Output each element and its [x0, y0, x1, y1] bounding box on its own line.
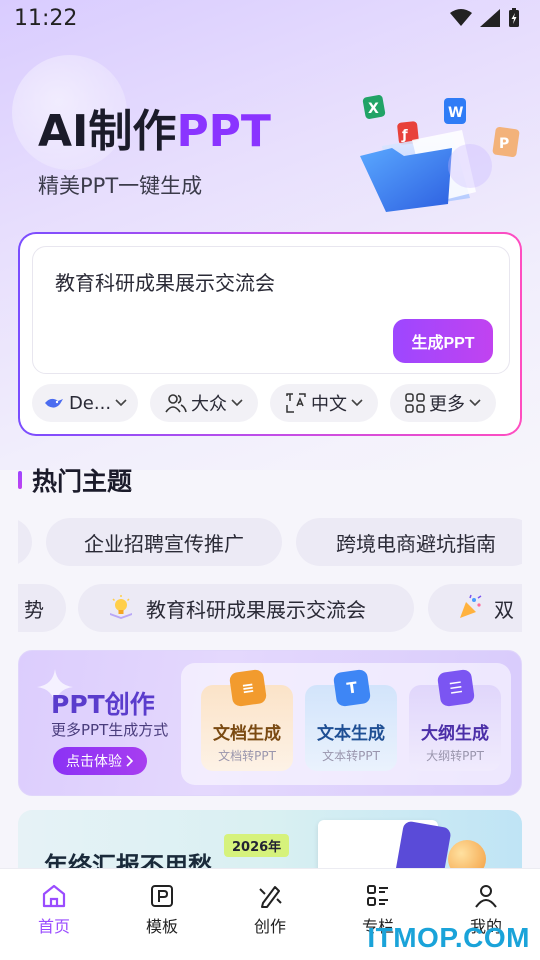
template-icon: [151, 885, 173, 907]
tab-home[interactable]: 首页: [14, 883, 94, 937]
folder-illustration: X W ƒ P: [360, 95, 520, 212]
chevron-right-icon: [126, 755, 134, 767]
model-select-label: De...: [68, 392, 112, 414]
more-options-select[interactable]: 更多: [390, 384, 496, 422]
tab-templates[interactable]: 模板: [122, 883, 202, 937]
status-icons: [450, 8, 520, 28]
topic-chip[interactable]: 双: [428, 584, 522, 632]
audience-select-label: 大众: [191, 394, 227, 415]
topic-chip[interactable]: 企业招聘宣传推广: [46, 518, 282, 566]
language-select[interactable]: 中文: [270, 384, 378, 422]
topic-chip[interactable]: 势: [18, 584, 66, 632]
section-accent-bar: [18, 471, 22, 489]
try-now-button[interactable]: 点击体验: [53, 747, 147, 775]
hot-topics-header: 热门主题: [18, 462, 132, 498]
battery-icon: [509, 8, 519, 27]
doc-generate-title: 文档生成: [213, 724, 281, 744]
tab-create[interactable]: 创作: [230, 883, 310, 937]
chevron-down-icon: [231, 399, 243, 407]
model-select[interactable]: De...: [32, 384, 138, 422]
outline-generate-card[interactable]: ☰ 大纲生成 大纲转PPT: [409, 668, 501, 771]
prompt-input-text[interactable]: 教育科研成果展示交流会: [55, 267, 275, 296]
hero-title-accent: PPT: [176, 106, 271, 157]
topic-chip-label: 企业招聘宣传推广: [84, 531, 244, 556]
svg-text:X: X: [368, 101, 379, 117]
home-icon: [42, 884, 66, 908]
audience-select[interactable]: 大众: [150, 384, 258, 422]
outline-generate-title: 大纲生成: [421, 724, 489, 744]
topic-chip-label: 势: [24, 597, 44, 622]
option-row: De... 大众 中文 更多: [32, 384, 512, 422]
tab-templates-label: 模板: [145, 917, 178, 936]
text-icon: T: [332, 668, 372, 708]
profile-icon: [475, 885, 497, 908]
language-select-label: 中文: [311, 394, 347, 415]
grid-icon: [405, 393, 425, 413]
wifi-icon: [450, 9, 472, 26]
chevron-down-icon: [351, 399, 363, 407]
svg-text:ƒ: ƒ: [401, 128, 408, 143]
doc-generate-card[interactable]: ≡ 文档生成 文档转PPT: [201, 668, 293, 771]
topic-chip-partial[interactable]: [18, 518, 32, 566]
generate-ppt-button[interactable]: 生成PPT: [393, 319, 493, 363]
hero-title: AI制作PPT: [38, 106, 271, 158]
ppt-file-icon: P: [492, 126, 520, 158]
model-icon: [44, 398, 63, 408]
outline-generate-desc: 大纲转PPT: [426, 749, 484, 763]
svg-text:P: P: [499, 136, 509, 152]
party-popper-icon: [460, 594, 482, 618]
more-options-label: 更多: [429, 394, 465, 415]
prompt-card: 教育科研成果展示交流会 生成PPT De... 大众 中文 更多: [18, 232, 522, 436]
topic-chips-row-1: 企业招聘宣传推广 跨境电商避坑指南: [18, 518, 522, 568]
status-bar: 11:22: [0, 0, 540, 40]
chevron-down-icon: [469, 399, 481, 407]
text-generate-card[interactable]: T 文本生成 文本转PPT: [305, 668, 397, 771]
text-generate-title: 文本生成: [317, 724, 385, 744]
topic-chip-label: 双: [494, 597, 514, 622]
watermark: ITMOP.COM: [367, 922, 530, 953]
signal-icon: [480, 9, 500, 27]
ppt-create-subtitle: 更多PPT生成方式: [51, 721, 169, 739]
create-icon: [259, 886, 282, 908]
word-icon: W: [444, 98, 466, 124]
status-time: 11:22: [14, 6, 78, 31]
audience-icon: [165, 394, 187, 413]
feature-panel: ≡ 文档生成 文档转PPT T 文本生成 文本转PPT ☰ 大纲生成 大纲转PP…: [181, 663, 511, 785]
ppt-create-banner[interactable]: PPT创作 更多PPT生成方式 点击体验 ≡ 文档生成 文档转PPT T 文本生…: [18, 650, 522, 796]
outline-icon: ☰: [436, 668, 476, 708]
svg-text:W: W: [448, 105, 463, 121]
prompt-input[interactable]: 教育科研成果展示交流会 生成PPT: [32, 246, 510, 374]
topic-chip-label: 教育科研成果展示交流会: [146, 597, 366, 622]
lightbulb-book-icon: [110, 595, 132, 619]
hot-topics-title: 热门主题: [32, 467, 133, 496]
tab-home-label: 首页: [37, 917, 70, 936]
topic-chip[interactable]: 跨境电商避坑指南: [296, 518, 522, 566]
hero-subtitle: 精美PPT一键生成: [38, 174, 203, 198]
translate-icon: [286, 393, 306, 413]
tab-create-label: 创作: [253, 917, 286, 936]
excel-icon: X: [362, 95, 386, 119]
text-generate-desc: 文本转PPT: [322, 749, 380, 763]
column-icon: [367, 885, 388, 906]
topic-chips-row-2: 势 教育科研成果展示交流会 双: [18, 584, 522, 634]
document-icon: ≡: [228, 668, 268, 708]
chevron-down-icon: [115, 399, 127, 407]
hero-title-prefix: AI制作: [38, 106, 177, 157]
try-now-label: 点击体验: [66, 754, 122, 770]
doc-generate-desc: 文档转PPT: [218, 749, 276, 763]
topic-chip[interactable]: 教育科研成果展示交流会: [78, 584, 414, 632]
ppt-create-title: PPT创作: [51, 690, 155, 719]
topic-chip-label: 跨境电商避坑指南: [336, 531, 496, 556]
